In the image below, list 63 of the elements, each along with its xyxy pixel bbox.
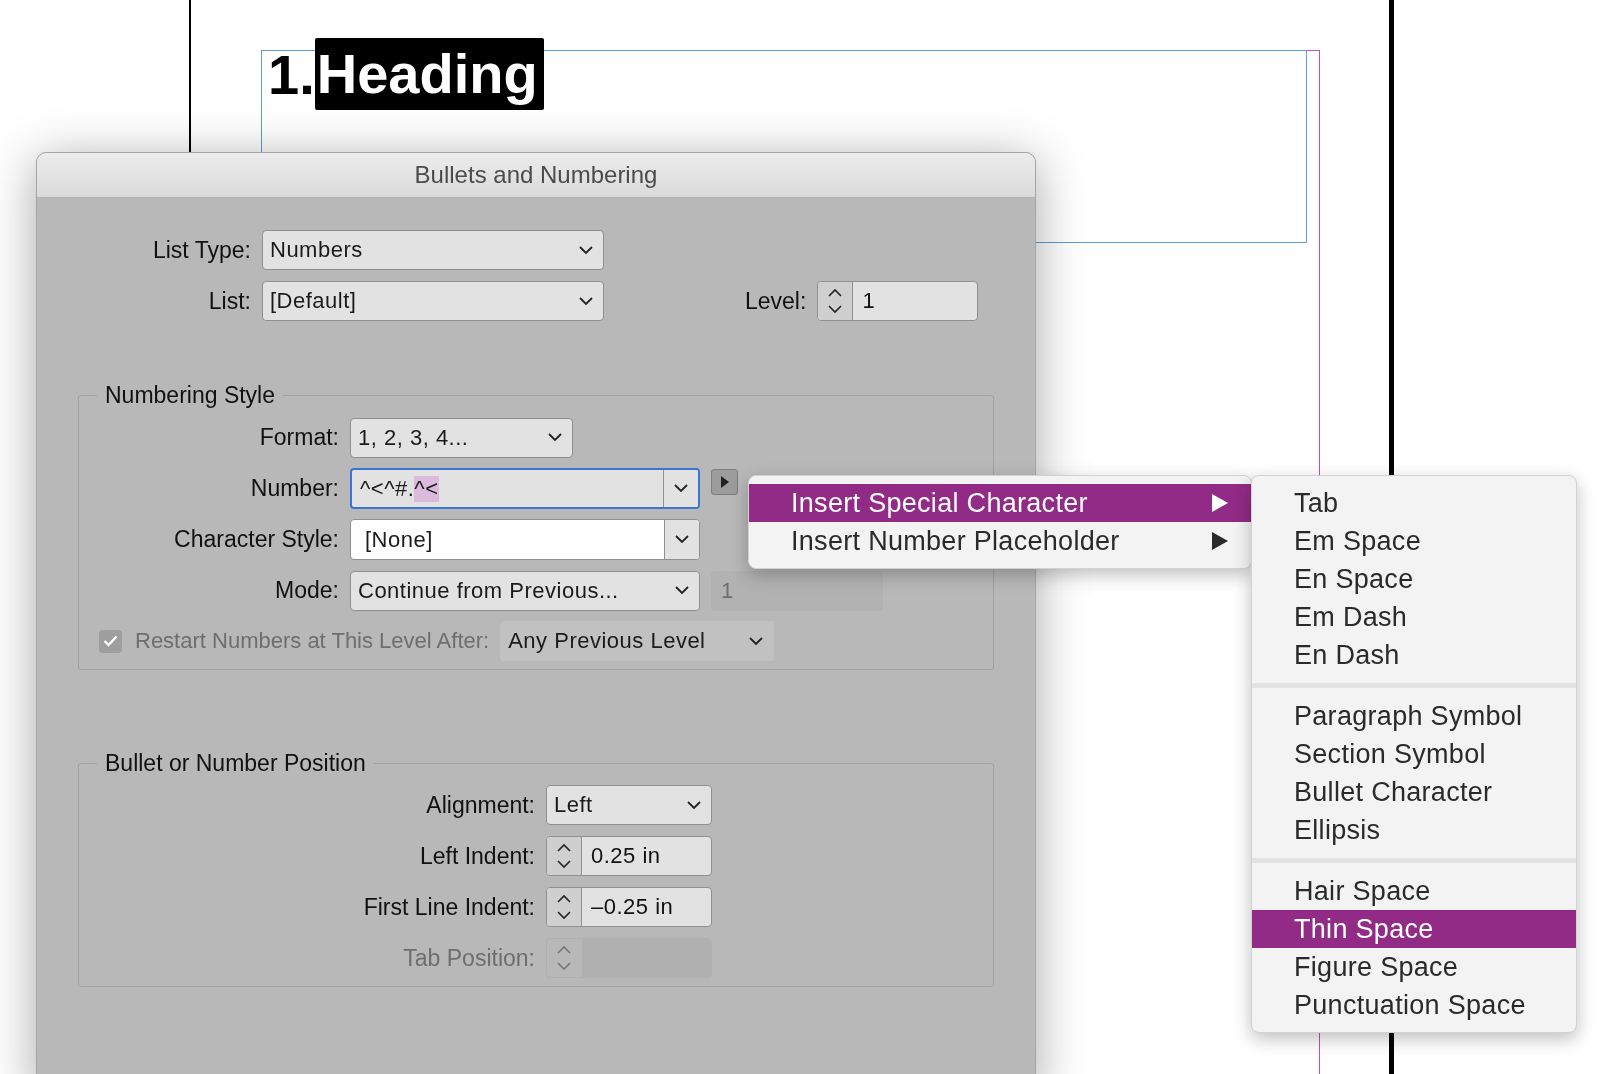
menu-item[interactable]: En Space [1252, 560, 1576, 598]
stepper-button[interactable] [547, 837, 582, 875]
field-label: List: [207, 287, 251, 315]
dropdown[interactable]: Numbers [262, 230, 604, 270]
field-label: Tab Position: [402, 944, 535, 972]
chevron-down-icon [548, 433, 562, 442]
field-label: List Type: [151, 236, 251, 264]
chevron-down-icon [749, 636, 764, 646]
menu-item[interactable]: Section Symbol [1252, 735, 1576, 773]
checkmark-icon [103, 635, 118, 647]
combo-field[interactable]: [None] [350, 519, 700, 560]
dropdown-button[interactable] [663, 470, 698, 507]
dropdown-button[interactable] [664, 520, 699, 559]
dropdown[interactable]: [Default] [262, 281, 604, 321]
list-number: 1. [268, 41, 315, 107]
start-number-field: 1 [711, 570, 883, 611]
checkbox-label: Restart Numbers at This Level After: [135, 628, 490, 654]
menu-item[interactable]: Insert Special Character [749, 484, 1251, 522]
chevron-down-icon [675, 535, 689, 544]
stepper-button[interactable] [818, 282, 854, 320]
field-label: Mode: [274, 577, 339, 604]
menu-item[interactable]: Thin Space [1252, 910, 1576, 948]
stepper-icon [556, 841, 572, 871]
heading-text: Heading [314, 38, 544, 110]
dialog-title: Bullets and Numbering [414, 161, 658, 189]
menu-item[interactable]: Paragraph Symbol [1252, 697, 1576, 735]
menu-item[interactable]: Ellipsis [1252, 811, 1576, 849]
field-label: Character Style: [173, 526, 339, 553]
chevron-down-icon [687, 800, 701, 810]
field-label: Format: [258, 424, 339, 451]
field-label: First Line Indent: [362, 893, 535, 921]
group-title: Bullet or Number Position [104, 750, 367, 777]
combo-field[interactable]: ^<^#.^< [350, 468, 700, 509]
chevron-down-icon [675, 586, 689, 595]
stepper-icon [556, 943, 572, 973]
chevron-down-icon [674, 484, 688, 493]
field-label: Number: [249, 475, 339, 502]
group-title: Numbering Style [104, 382, 277, 409]
number-field[interactable]: 1 [817, 281, 979, 321]
number-field[interactable]: 0.25 in [546, 836, 712, 876]
chevron-down-icon [579, 245, 593, 255]
dropdown[interactable]: Continue from Previous... [350, 570, 700, 611]
stepper-icon [827, 286, 844, 316]
menu-item[interactable]: Em Space [1252, 522, 1576, 560]
chevron-down-icon [579, 296, 593, 306]
menu-item[interactable]: En Dash [1252, 636, 1576, 674]
play-icon [719, 475, 730, 489]
menu-item[interactable]: Hair Space [1252, 872, 1576, 910]
menu-item[interactable]: Punctuation Space [1252, 986, 1576, 1024]
field-label: Left Indent: [418, 842, 535, 870]
menu-item[interactable]: Em Dash [1252, 598, 1576, 636]
menu-item[interactable]: Insert Number Placeholder [749, 522, 1251, 560]
field-label: Alignment: [425, 791, 535, 819]
menu-item[interactable]: Tab [1252, 484, 1576, 522]
stepper-button[interactable] [547, 888, 582, 926]
number-field[interactable]: –0.25 in [546, 887, 712, 927]
dropdown[interactable]: 1, 2, 3, 4... [350, 417, 573, 458]
menu-item[interactable]: Bullet Character [1252, 773, 1576, 811]
menu-button[interactable] [711, 469, 738, 495]
stepper-icon [556, 892, 572, 922]
field-label: Level: [745, 287, 807, 315]
menu-item[interactable]: Figure Space [1252, 948, 1576, 986]
dropdown[interactable]: Left [546, 785, 712, 825]
